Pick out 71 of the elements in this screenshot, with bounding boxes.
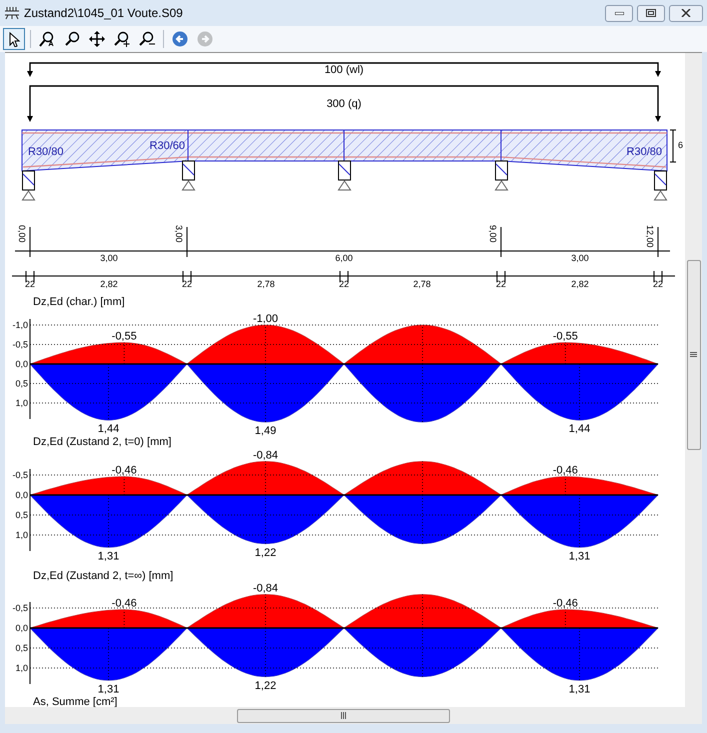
axis-tick-label: 1,0 bbox=[15, 663, 28, 673]
peak-value-label: 1,31 bbox=[568, 550, 590, 562]
peak-value-label: 1,44 bbox=[98, 423, 120, 436]
search-icon bbox=[64, 31, 80, 47]
axis-tick-label: 0,0 bbox=[15, 490, 28, 500]
peak-value-label: -0,84 bbox=[252, 582, 278, 594]
axis-tick-label: 1,0 bbox=[15, 398, 28, 408]
axis-tick-label: 1,0 bbox=[15, 530, 28, 540]
move-arrows-icon bbox=[89, 31, 105, 47]
peak-value-label: -0,46 bbox=[112, 598, 137, 610]
load-label: 300 (q) bbox=[326, 98, 362, 110]
zoom-in-icon bbox=[114, 31, 130, 47]
axis-tick-label: 0,0 bbox=[15, 359, 28, 369]
clear-span-label: 2,82 bbox=[100, 279, 118, 289]
restore-icon bbox=[646, 9, 656, 17]
height-dimension-drawing bbox=[670, 130, 676, 162]
clear-span-label: 2,78 bbox=[413, 279, 431, 289]
zoom-out-icon bbox=[139, 31, 155, 47]
peak-value-label: 1,31 bbox=[568, 683, 590, 696]
section-label: R30/80 bbox=[626, 146, 662, 158]
load-label: 100 (wl) bbox=[324, 64, 364, 76]
horizontal-scrollbar[interactable] bbox=[5, 707, 702, 724]
span-length-label: 6,00 bbox=[335, 253, 353, 263]
axis-tick-label: 0,5 bbox=[15, 643, 28, 653]
diagram-title: Dz,Ed (Zustand 2, t=0) [mm] bbox=[33, 436, 172, 448]
diagram-title: Dz,Ed (char.) [mm] bbox=[33, 296, 125, 308]
window-title: Zustand2\1045_01 Voute.S09 bbox=[24, 5, 183, 22]
maximize-button[interactable] bbox=[637, 4, 665, 22]
minimize-icon bbox=[614, 12, 624, 14]
axis-tick-label: 0,5 bbox=[15, 510, 28, 520]
axis-tick-label: 0,0 bbox=[15, 623, 28, 633]
diagram-title: As, Summe [cm²] bbox=[33, 696, 118, 707]
axis-tick-label: 0,5 bbox=[15, 378, 28, 388]
axis-tick-label: -1,0 bbox=[12, 320, 28, 330]
diagram-title: Dz,Ed (Zustand 2, t=∞) [mm] bbox=[33, 570, 174, 582]
grip-icon bbox=[690, 352, 697, 358]
peak-value-label: -0,55 bbox=[112, 330, 137, 343]
axis-tick-label: -0,5 bbox=[12, 603, 28, 613]
peak-value-label: 1,44 bbox=[568, 423, 590, 436]
zoom-all-icon bbox=[39, 31, 55, 47]
peak-value-label: -0,46 bbox=[552, 598, 578, 610]
peak-value-label: 1,22 bbox=[254, 680, 276, 692]
peak-value-label: 1,31 bbox=[98, 550, 120, 562]
station-label: 0,00 bbox=[17, 225, 27, 243]
peak-value-label: -0,55 bbox=[552, 330, 578, 343]
vertical-scrollbar[interactable] bbox=[685, 53, 702, 707]
station-label: 9,00 bbox=[488, 225, 498, 243]
minimize-button[interactable] bbox=[605, 4, 633, 22]
peak-value-label: 1,31 bbox=[98, 683, 120, 696]
dimension-label: 6 bbox=[678, 140, 684, 150]
section-label: R30/60 bbox=[150, 140, 185, 152]
peak-value-label: -0,84 bbox=[252, 449, 278, 462]
grip-icon bbox=[340, 712, 346, 719]
peak-value-label: -0,46 bbox=[552, 464, 578, 477]
clear-span-label: 2,82 bbox=[571, 279, 589, 289]
section-label: R30/80 bbox=[28, 146, 64, 158]
close-icon bbox=[681, 9, 691, 17]
pointer-tool-button[interactable] bbox=[3, 28, 25, 50]
axis-tick-label: -0,5 bbox=[12, 470, 28, 480]
span-length-label: 3,00 bbox=[571, 253, 589, 263]
peak-value-label: -1,00 bbox=[252, 313, 278, 325]
clear-span-label: 2,78 bbox=[257, 279, 275, 289]
close-button[interactable] bbox=[669, 4, 703, 22]
station-label: 3,00 bbox=[174, 225, 184, 243]
span-length-label: 3,00 bbox=[100, 253, 118, 263]
peak-value-label: 1,22 bbox=[254, 546, 276, 559]
beam-icon bbox=[4, 6, 20, 20]
axis-tick-label: -0,5 bbox=[12, 340, 28, 350]
peak-value-label: 1,49 bbox=[254, 425, 276, 438]
peak-value-label: -0,46 bbox=[112, 464, 137, 477]
station-label: 12,00 bbox=[645, 225, 655, 248]
